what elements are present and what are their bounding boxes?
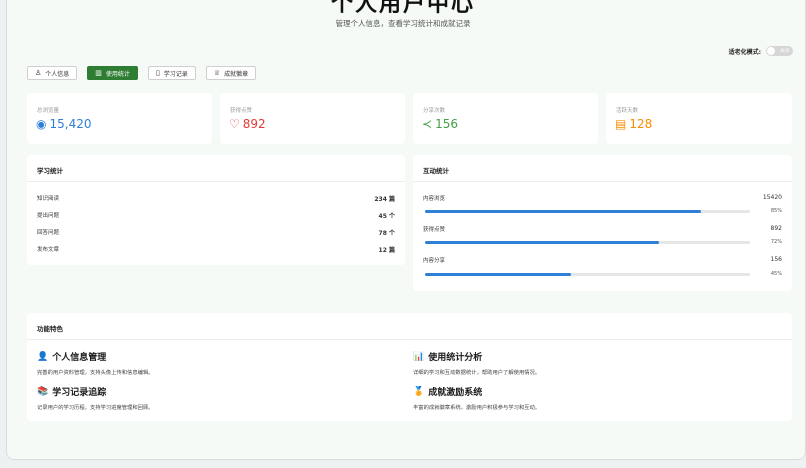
tab-label: 使用统计 [105, 70, 130, 78]
feature-achievement-system: 🏅 成就激励系统 [413, 385, 483, 399]
interaction-row: 内容浏览 15420 [423, 194, 782, 202]
row-label: 知识阅读 [37, 196, 60, 202]
feature-title: 个人信息管理 [52, 353, 107, 363]
progress-fill [425, 210, 702, 213]
stat-card-active-days: 活跃天数 ▤ 128 [606, 93, 792, 144]
feature-learning-tracking: 📚 学习记录追踪 [37, 385, 107, 399]
bar-chart-icon: 📊 [413, 351, 425, 362]
row-value: 15420 [762, 194, 782, 201]
learning-stats-title: 学习统计 [37, 167, 63, 175]
stat-label: 活跃天数 [616, 108, 639, 114]
medal-icon: 🏅 [413, 386, 425, 397]
progress-percent: 72% [770, 239, 782, 245]
row-label: 获得点赞 [423, 227, 446, 233]
stat-number: 156 [435, 117, 458, 131]
page-subtitle: 管理个人信息，查看学习统计和成就记录 [335, 19, 471, 28]
row-label: 发布文章 [37, 247, 60, 253]
row-label: 内容浏览 [423, 196, 446, 202]
interaction-stats-card: 互动统计 内容浏览 15420 85% 获得点赞 892 72% 内容分享 15… [413, 155, 792, 291]
tab-label: 学习记录 [163, 70, 188, 78]
feature-desc: 完善的用户资料管理，支持头像上传和信息编辑。 [37, 370, 154, 376]
learning-row: 回答问题 78 个 [37, 228, 395, 237]
divider [27, 339, 792, 340]
learning-row: 发布文章 12 篇 [37, 245, 395, 254]
row-value: 234 篇 [374, 196, 395, 203]
progress-bar [425, 241, 750, 244]
tab-usage-stats[interactable]: ▥ 使用统计 [87, 66, 138, 80]
interaction-row: 获得点赞 892 [423, 225, 782, 233]
progress-percent: 45% [770, 271, 782, 277]
stat-value-shares: ≺ 156 [422, 117, 458, 131]
progress-percent: 85% [770, 208, 782, 214]
row-value: 12 篇 [378, 247, 395, 254]
chart-icon: ▥ [95, 69, 102, 77]
books-icon: 📚 [37, 386, 49, 397]
elder-mode-control: 适老化模式: 关闭 [729, 46, 793, 56]
toggle-state-text: 关闭 [780, 49, 789, 54]
stat-label: 获得点赞 [230, 108, 253, 114]
interaction-stats-title: 互动统计 [423, 167, 449, 175]
row-value: 45 个 [378, 213, 395, 220]
stat-value-views: ◉ 15,420 [36, 117, 91, 131]
elder-mode-label: 适老化模式: [728, 48, 761, 56]
calendar-icon: ▤ [615, 117, 627, 131]
stat-label: 分享次数 [423, 108, 446, 114]
tab-profile[interactable]: ♙ 个人信息 [27, 66, 78, 80]
divider [413, 181, 792, 182]
page-title: 个人用户中心 [330, 0, 475, 17]
user-icon: ♙ [35, 69, 42, 77]
row-label: 回答问题 [37, 230, 60, 236]
learning-row: 提出问题 45 个 [37, 211, 395, 220]
progress-fill [425, 273, 572, 276]
tab-bar: ♙ 个人信息 ▥ 使用统计 ▯ 学习记录 ♕ 成就徽章 [27, 66, 257, 80]
person-icon: 👤 [37, 351, 49, 362]
eye-icon: ◉ [36, 117, 47, 131]
feature-desc: 记录用户的学习历程，支持学习进度管理和回顾。 [37, 405, 154, 411]
progress-fill [425, 241, 659, 244]
divider [27, 181, 405, 182]
stat-number: 128 [629, 117, 653, 131]
feature-profile-management: 👤 个人信息管理 [37, 350, 107, 364]
book-icon: ▯ [155, 69, 160, 77]
learning-stats-card: 学习统计 知识阅读 234 篇 提出问题 45 个 回答问题 78 个 发布文章… [27, 155, 405, 265]
toggle-knob [767, 47, 775, 55]
learning-row: 知识阅读 234 篇 [37, 194, 395, 203]
tab-learning-records[interactable]: ▯ 学习记录 [147, 66, 196, 80]
feature-title: 使用统计分析 [428, 353, 483, 363]
feature-desc: 丰富的成就徽章系统，激励用户积极参与学习和互动。 [413, 405, 541, 411]
stat-label: 总浏览量 [37, 108, 60, 114]
feature-desc: 详细的学习和互动数据统计，帮助用户了解使用情况。 [413, 370, 541, 376]
stat-card-likes: 获得点赞 ♡ 892 [220, 93, 405, 144]
feature-title: 成就激励系统 [428, 388, 483, 398]
row-value: 156 [770, 256, 782, 263]
stat-number: 892 [242, 117, 266, 131]
tab-badges[interactable]: ♕ 成就徽章 [205, 66, 257, 80]
heart-icon: ♡ [229, 117, 240, 131]
row-label: 内容分享 [423, 258, 446, 264]
interaction-row: 内容分享 156 [423, 256, 782, 264]
feature-title: 学习记录追踪 [52, 388, 107, 398]
progress-bar [425, 273, 750, 276]
stat-value-likes: ♡ 892 [229, 117, 266, 131]
feature-usage-analysis: 📊 使用统计分析 [413, 350, 483, 364]
stat-card-views: 总浏览量 ◉ 15,420 [27, 93, 212, 144]
row-label: 提出问题 [37, 213, 60, 219]
stat-card-shares: 分享次数 ≺ 156 [413, 93, 598, 144]
row-value: 78 个 [378, 230, 395, 237]
elder-mode-toggle[interactable]: 关闭 [766, 46, 793, 56]
tab-label: 个人信息 [45, 70, 70, 78]
features-card: 功能特色 👤 个人信息管理 完善的用户资料管理，支持头像上传和信息编辑。 📊 使… [27, 313, 792, 421]
progress-bar [425, 210, 750, 213]
tab-label: 成就徽章 [224, 70, 249, 78]
share-icon: ≺ [422, 117, 433, 131]
row-value: 892 [770, 225, 782, 232]
stat-number: 15,420 [49, 117, 92, 131]
stat-value-active-days: ▤ 128 [615, 117, 652, 131]
trophy-icon: ♕ [213, 69, 221, 77]
features-title: 功能特色 [37, 325, 63, 333]
